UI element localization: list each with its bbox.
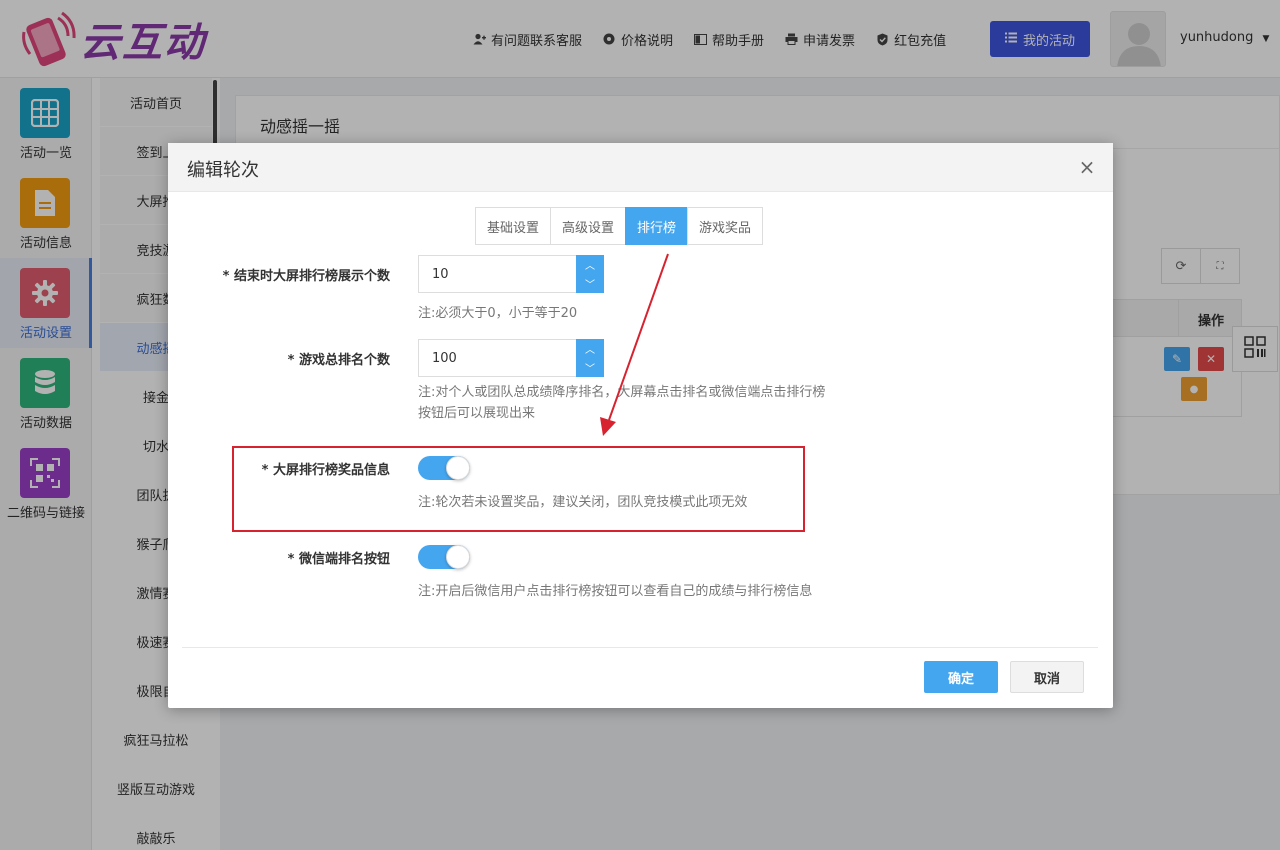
wechat-rank-button-toggle[interactable] (418, 545, 470, 569)
total-rank-count-label: * 游戏总排名个数 (287, 353, 390, 368)
total-rank-count-note-line1: 注:对个人或团队总成绩降序排名，大屏幕点击排名或微信端点击排行榜 (418, 385, 826, 400)
end-rank-count-label: * 结束时大屏排行榜展示个数 (222, 269, 390, 284)
rank-prize-info-toggle[interactable] (418, 456, 470, 480)
total-rank-count-value: 100 (432, 351, 457, 366)
divider (182, 647, 1098, 648)
modal-title: 编辑轮次 (187, 160, 259, 181)
rank-prize-info-note: 注:轮次若未设置奖品，建议关闭，团队竞技模式此项无效 (418, 495, 748, 510)
confirm-button[interactable]: 确定 (924, 661, 998, 693)
total-rank-count-note-line2: 按钮后可以展现出来 (418, 406, 536, 421)
wechat-rank-button-note: 注:开启后微信用户点击排行榜按钮可以查看自己的成绩与排行榜信息 (418, 584, 813, 599)
end-rank-count-value: 10 (432, 267, 449, 282)
chevron-down-icon[interactable]: ﹀ (585, 276, 595, 291)
close-button[interactable]: × (1075, 155, 1099, 179)
total-rank-count-input[interactable]: 100 ︿ ﹀ (418, 339, 604, 377)
tab-leaderboard[interactable]: 排行榜 (625, 207, 689, 245)
rank-prize-info-label: * 大屏排行榜奖品信息 (261, 463, 390, 478)
toggle-knob (446, 545, 470, 569)
total-rank-count-stepper[interactable]: ︿ ﹀ (576, 339, 604, 377)
tab-game-prizes[interactable]: 游戏奖品 (687, 207, 764, 245)
end-rank-count-input[interactable]: 10 ︿ ﹀ (418, 255, 604, 293)
end-rank-count-note: 注:必须大于0，小于等于20 (418, 306, 578, 321)
toggle-knob (446, 456, 470, 480)
chevron-up-icon[interactable]: ︿ (585, 257, 595, 272)
end-rank-count-stepper[interactable]: ︿ ﹀ (576, 255, 604, 293)
edit-round-modal: 编辑轮次 × 基础设置 高级设置 排行榜 游戏奖品 * 结束时大屏排行榜展示个数… (168, 143, 1113, 708)
chevron-down-icon[interactable]: ﹀ (585, 360, 595, 375)
tab-basic-settings[interactable]: 基础设置 (475, 207, 552, 245)
tab-advanced-settings[interactable]: 高级设置 (550, 207, 627, 245)
chevron-up-icon[interactable]: ︿ (585, 341, 595, 356)
modal-header: 编辑轮次 × (168, 143, 1113, 192)
modal-tabs: 基础设置 高级设置 排行榜 游戏奖品 (475, 207, 764, 245)
cancel-button[interactable]: 取消 (1010, 661, 1084, 693)
close-icon: × (1078, 155, 1096, 179)
wechat-rank-button-label: * 微信端排名按钮 (287, 552, 390, 567)
